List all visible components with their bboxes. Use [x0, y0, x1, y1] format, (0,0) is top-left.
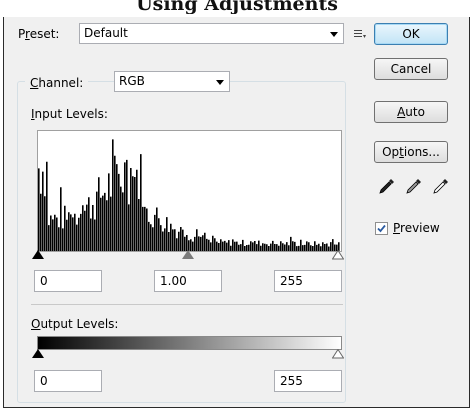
checkmark-icon: [377, 224, 386, 233]
channel-select[interactable]: RGB: [114, 71, 230, 92]
cancel-button[interactable]: Cancel: [374, 58, 448, 80]
ok-button[interactable]: OK: [374, 23, 448, 45]
histogram-bars: [38, 139, 340, 251]
preview-label: Preview: [393, 221, 440, 235]
options-label: Options...: [382, 145, 440, 159]
output-gradient: [37, 336, 342, 350]
gray-eyedropper-icon[interactable]: [405, 177, 423, 195]
auto-button[interactable]: Auto: [374, 101, 448, 123]
output-black-field[interactable]: 0: [34, 370, 102, 392]
output-black-value: 0: [40, 374, 48, 388]
channel-label: Channel:: [25, 76, 89, 90]
cancel-label: Cancel: [390, 62, 432, 76]
ok-label: OK: [402, 27, 420, 41]
output-levels-label: Output Levels:: [31, 317, 119, 331]
chevron-down-icon: [330, 32, 338, 37]
input-white-slider[interactable]: [332, 250, 344, 260]
input-black-slider[interactable]: [32, 250, 44, 260]
divider: [31, 304, 343, 305]
title-fragment: Using Adjustments: [136, 0, 338, 14]
preset-label: Preset:: [18, 27, 60, 41]
preview-checkbox[interactable]: [375, 222, 388, 235]
histogram: [37, 130, 342, 252]
black-eyedropper-icon[interactable]: [378, 177, 396, 195]
preset-select[interactable]: Default: [79, 23, 344, 44]
output-black-slider[interactable]: [32, 349, 44, 359]
preset-options-icon[interactable]: [354, 29, 366, 39]
chevron-down-icon: [216, 80, 224, 85]
input-gamma-slider[interactable]: [182, 250, 194, 260]
options-button[interactable]: Options...: [374, 141, 448, 163]
input-gamma-field[interactable]: 1.00: [154, 270, 222, 292]
white-eyedropper-icon[interactable]: [432, 177, 450, 195]
channel-value: RGB: [119, 74, 145, 88]
auto-label: Auto: [397, 105, 425, 119]
output-white-slider[interactable]: [332, 349, 344, 359]
input-white-field[interactable]: 255: [274, 270, 342, 292]
output-white-value: 255: [280, 374, 303, 388]
input-black-field[interactable]: 0: [34, 270, 102, 292]
output-white-field[interactable]: 255: [274, 370, 342, 392]
input-black-value: 0: [40, 274, 48, 288]
levels-dialog: Preset: Default Channel: RGB Input Level…: [3, 17, 470, 408]
input-white-value: 255: [280, 274, 303, 288]
input-levels-label: Input Levels:: [31, 107, 108, 121]
input-gamma-value: 1.00: [160, 274, 187, 288]
preset-value: Default: [84, 26, 128, 40]
histogram-graph: [38, 139, 340, 251]
